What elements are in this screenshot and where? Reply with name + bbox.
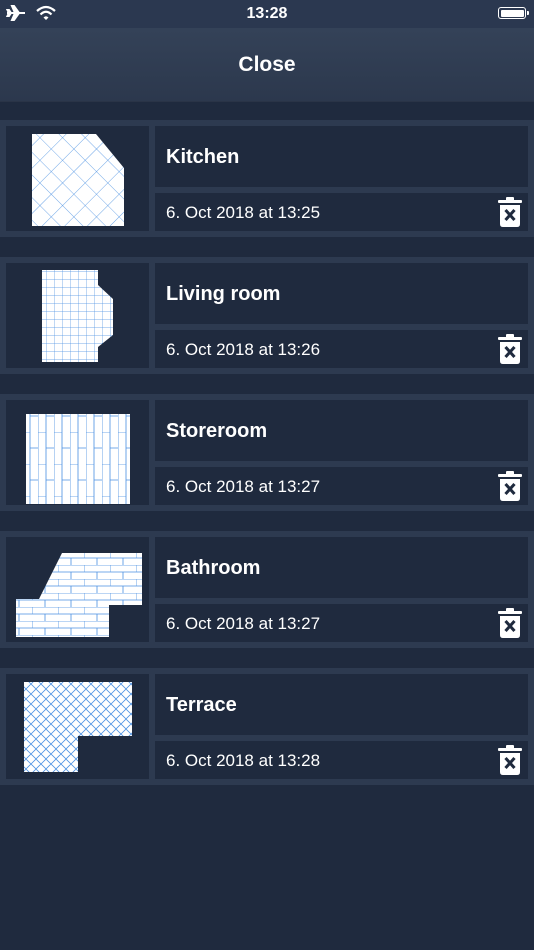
room-date: 6. Oct 2018 at 13:27 <box>166 477 321 496</box>
room-name: Bathroom <box>166 557 261 579</box>
room-row-living-room[interactable]: Living room 6. Oct 2018 at 13:26 <box>0 257 534 374</box>
room-name: Storeroom <box>166 420 268 442</box>
room-date-cell: 6. Oct 2018 at 13:27 <box>155 604 528 642</box>
battery-icon <box>498 7 529 19</box>
room-row-storeroom[interactable]: Storeroom 6. Oct 2018 at 13:27 <box>0 394 534 511</box>
room-thumbnail <box>6 674 149 779</box>
room-row-kitchen[interactable]: Kitchen 6. Oct 2018 at 13:25 <box>0 120 534 237</box>
trash-icon[interactable] <box>498 608 522 638</box>
room-row-bathroom[interactable]: Bathroom 6. Oct 2018 at 13:27 <box>0 531 534 648</box>
trash-icon[interactable] <box>498 745 522 775</box>
status-bar: 13:28 <box>0 0 534 28</box>
status-time: 13:28 <box>246 5 288 22</box>
room-date-cell: 6. Oct 2018 at 13:27 <box>155 467 528 505</box>
room-date: 6. Oct 2018 at 13:28 <box>166 751 321 770</box>
room-thumbnail <box>6 263 149 368</box>
navigation-bar: Close <box>0 28 534 102</box>
room-thumbnail <box>6 537 149 642</box>
room-row-terrace[interactable]: Terrace 6. Oct 2018 at 13:28 <box>0 668 534 785</box>
close-button[interactable]: Close <box>238 53 295 77</box>
room-name-cell: Storeroom <box>155 400 528 461</box>
room-date: 6. Oct 2018 at 13:27 <box>166 614 321 633</box>
room-name-cell: Kitchen <box>155 126 528 187</box>
room-name: Kitchen <box>166 146 240 168</box>
room-date-cell: 6. Oct 2018 at 13:25 <box>155 193 528 231</box>
room-date-cell: 6. Oct 2018 at 13:28 <box>155 741 528 779</box>
room-name-cell: Bathroom <box>155 537 528 598</box>
room-date: 6. Oct 2018 at 13:25 <box>166 203 321 222</box>
room-name-cell: Living room <box>155 263 528 324</box>
trash-icon[interactable] <box>498 334 522 364</box>
room-date-cell: 6. Oct 2018 at 13:26 <box>155 330 528 368</box>
trash-icon[interactable] <box>498 197 522 227</box>
room-name-cell: Terrace <box>155 674 528 735</box>
room-thumbnail <box>6 126 149 231</box>
trash-icon[interactable] <box>498 471 522 501</box>
room-date: 6. Oct 2018 at 13:26 <box>166 340 321 359</box>
room-thumbnail <box>6 400 149 505</box>
room-name: Terrace <box>166 694 237 716</box>
room-name: Living room <box>166 283 281 305</box>
